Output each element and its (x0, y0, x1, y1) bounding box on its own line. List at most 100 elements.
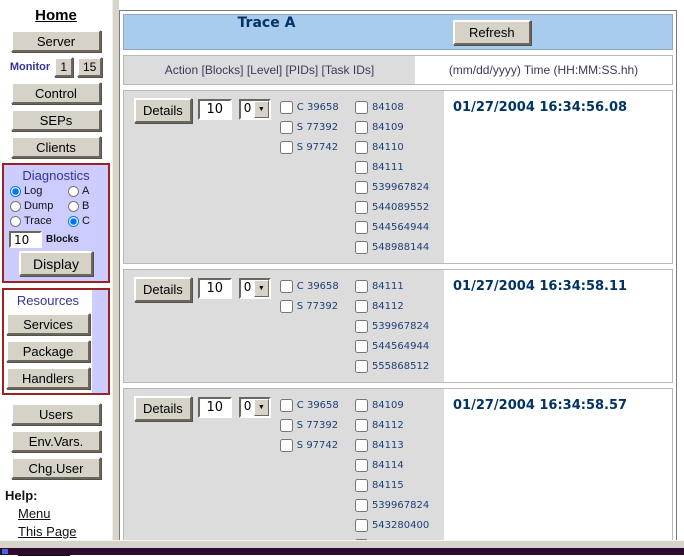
help-link[interactable]: Menu (18, 506, 112, 521)
details-button[interactable]: Details (134, 98, 192, 123)
pid-checkbox[interactable] (280, 300, 293, 313)
display-button[interactable]: Display (19, 251, 93, 276)
taskid-checkbox[interactable] (355, 121, 368, 134)
services-button[interactable]: Services (6, 313, 90, 335)
taskid-checkbox-row[interactable]: 84109 (355, 395, 444, 415)
pid-checkbox-row[interactable]: S 77392 (280, 415, 355, 435)
pid-checkbox-row[interactable]: S 97742 (280, 137, 355, 157)
clients-button[interactable]: Clients (11, 136, 101, 158)
dropdown-arrow-icon[interactable]: ▼ (254, 280, 269, 297)
seps-button[interactable]: SEPs (11, 109, 101, 131)
taskid-checkbox[interactable] (355, 499, 368, 512)
taskid-checkbox[interactable] (355, 161, 368, 174)
pid-checkbox[interactable] (280, 101, 293, 114)
blocks-input[interactable] (9, 231, 42, 248)
details-button[interactable]: Details (134, 396, 192, 421)
level-select[interactable]: 0 ▼ (239, 99, 271, 120)
taskid-checkbox-row[interactable]: 539967824 (355, 316, 444, 336)
taskid-checkbox-row[interactable]: 84113 (355, 435, 444, 455)
dropdown-arrow-icon[interactable]: ▼ (254, 101, 269, 118)
pid-checkbox-row[interactable]: C 39658 (280, 276, 355, 296)
pid-checkbox[interactable] (280, 399, 293, 412)
taskid-checkbox[interactable] (355, 439, 368, 452)
package-button[interactable]: Package (6, 340, 90, 362)
taskid-checkbox[interactable] (355, 201, 368, 214)
radio-c-input[interactable] (68, 216, 79, 227)
taskid-checkbox[interactable] (355, 221, 368, 234)
taskid-checkbox-row[interactable]: 539967824 (355, 177, 444, 197)
pid-checkbox[interactable] (280, 141, 293, 154)
taskid-checkbox[interactable] (355, 241, 368, 254)
taskid-checkbox[interactable] (355, 340, 368, 353)
taskid-checkbox[interactable] (355, 181, 368, 194)
chg-user-button[interactable]: Chg.User (11, 457, 101, 479)
radio-trace-input[interactable] (10, 216, 21, 227)
taskid-label: 84112 (372, 420, 404, 431)
level-select[interactable]: 0 ▼ (239, 278, 271, 299)
bottom-scrollbar-track[interactable] (0, 540, 684, 548)
dropdown-arrow-icon[interactable]: ▼ (254, 399, 269, 416)
pid-checkbox[interactable] (280, 121, 293, 134)
taskid-checkbox[interactable] (355, 419, 368, 432)
taskid-checkbox[interactable] (355, 141, 368, 154)
radio-b-input[interactable] (68, 201, 79, 212)
taskid-checkbox-row[interactable]: 84111 (355, 157, 444, 177)
taskid-checkbox-row[interactable]: 84111 (355, 276, 444, 296)
details-button[interactable]: Details (134, 277, 192, 302)
taskid-checkbox[interactable] (355, 101, 368, 114)
home-link[interactable]: Home (35, 7, 77, 24)
monitor-15-button[interactable]: 15 (77, 57, 102, 77)
taskid-checkbox-row[interactable]: 84112 (355, 415, 444, 435)
taskid-checkbox-row[interactable]: 84110 (355, 137, 444, 157)
users-button[interactable]: Users (11, 403, 101, 425)
taskid-checkbox-row[interactable]: 84112 (355, 296, 444, 316)
pid-checkbox-row[interactable]: S 97742 (280, 435, 355, 455)
env-vars-button[interactable]: Env.Vars. (11, 430, 101, 452)
pid-checkbox-row[interactable]: S 77392 (280, 117, 355, 137)
taskid-checkbox-row[interactable]: 84109 (355, 117, 444, 137)
refresh-button[interactable]: Refresh (453, 20, 531, 45)
radio-log-input[interactable] (10, 186, 21, 197)
blocks-input[interactable] (198, 278, 232, 299)
radio-a[interactable]: A (68, 185, 108, 197)
radio-log[interactable]: Log (10, 185, 68, 197)
taskid-checkbox-row[interactable]: 544089552 (355, 197, 444, 217)
radio-a-input[interactable] (68, 186, 79, 197)
monitor-1-button[interactable]: 1 (54, 57, 73, 77)
pid-checkbox-row[interactable]: C 39658 (280, 97, 355, 117)
taskid-checkbox[interactable] (355, 280, 368, 293)
taskid-checkbox-row[interactable]: 555868512 (355, 356, 444, 376)
blocks-input[interactable] (198, 99, 232, 120)
radio-dump-input[interactable] (10, 201, 21, 212)
radio-b[interactable]: B (68, 200, 108, 212)
taskid-checkbox-row[interactable]: 84115 (355, 475, 444, 495)
server-button[interactable]: Server (11, 30, 101, 52)
taskid-checkbox[interactable] (355, 519, 368, 532)
taskid-checkbox-row[interactable]: 543280400 (355, 515, 444, 535)
taskid-checkbox-row[interactable]: 544564944 (355, 217, 444, 237)
taskid-checkbox[interactable] (355, 320, 368, 333)
pid-checkbox[interactable] (280, 419, 293, 432)
taskid-checkbox-row[interactable]: 84114 (355, 455, 444, 475)
blocks-input[interactable] (198, 397, 232, 418)
taskid-checkbox[interactable] (355, 300, 368, 313)
control-button[interactable]: Control (11, 82, 101, 104)
taskid-checkbox[interactable] (355, 459, 368, 472)
taskid-checkbox-row[interactable]: 548988144 (355, 237, 444, 257)
level-select[interactable]: 0 ▼ (239, 397, 271, 418)
handlers-button[interactable]: Handlers (6, 367, 90, 389)
taskid-checkbox[interactable] (355, 399, 368, 412)
pid-checkbox[interactable] (280, 280, 293, 293)
taskid-checkbox-row[interactable]: 84108 (355, 97, 444, 117)
pid-checkbox-row[interactable]: S 77392 (280, 296, 355, 316)
help-link[interactable]: This Page (18, 524, 112, 539)
radio-c[interactable]: C (68, 215, 108, 227)
radio-dump[interactable]: Dump (10, 200, 68, 212)
taskid-checkbox[interactable] (355, 360, 368, 373)
pid-checkbox-row[interactable]: C 39658 (280, 395, 355, 415)
pid-checkbox[interactable] (280, 439, 293, 452)
radio-trace[interactable]: Trace (10, 215, 68, 227)
taskid-checkbox-row[interactable]: 544564944 (355, 336, 444, 356)
taskid-checkbox[interactable] (355, 479, 368, 492)
taskid-checkbox-row[interactable]: 539967824 (355, 495, 444, 515)
